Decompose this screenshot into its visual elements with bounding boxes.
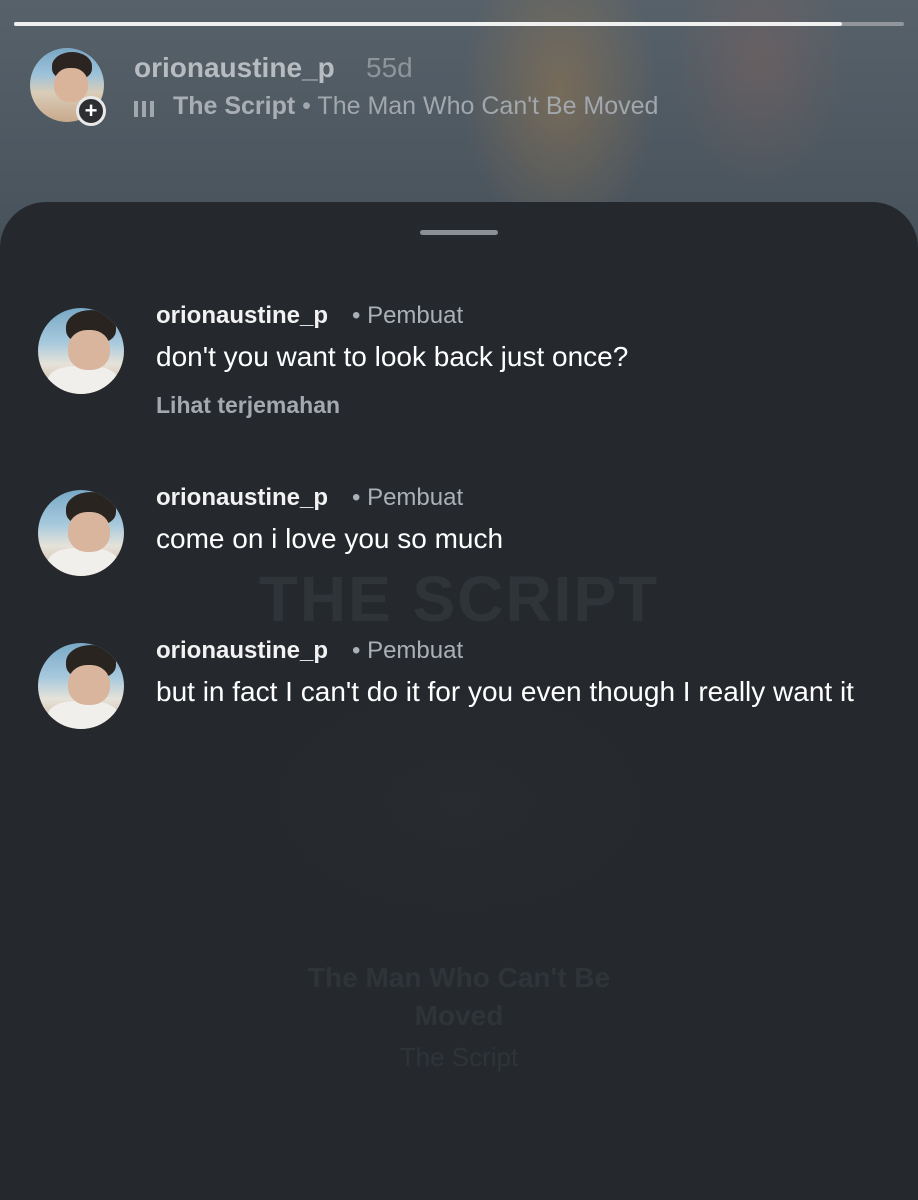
sheet-drag-handle[interactable] [420,230,498,235]
ghost-artist: The Script [399,1042,519,1072]
music-info[interactable]: The Script • The Man Who Can't Be Moved [134,92,658,121]
music-separator: • [302,92,311,120]
commenter-avatar[interactable] [38,643,124,729]
creator-badge: • Pembuat [352,484,464,511]
creator-badge: • Pembuat [352,302,464,329]
music-song: The Man Who Can't Be Moved [317,92,659,120]
story-timestamp: 55d [366,52,413,83]
comment-username[interactable]: orionaustine_p [156,484,328,512]
ghost-logo: THE SCRIPT [258,563,660,635]
ghost-title-line1: The Man Who Can't Be [307,962,611,993]
ghost-title-line2: Moved [414,1000,504,1031]
commenter-avatar[interactable] [38,308,124,394]
music-bars-icon [134,97,156,118]
comment-username[interactable]: orionaustine_p [156,637,328,665]
story-username[interactable]: orionaustine_p [134,52,335,84]
story-progress-bar [14,22,904,26]
comment-username[interactable]: orionaustine_p [156,302,328,330]
add-icon[interactable]: + [76,96,106,126]
creator-badge: • Pembuat [352,637,464,664]
see-translation-link[interactable]: Lihat terjemahan [156,392,340,419]
comments-sheet: THE SCRIPT The Man Who Can't Be Moved Th… [0,202,918,1200]
music-artist: The Script [172,92,296,120]
commenter-avatar[interactable] [38,490,124,576]
ghost-album-art [260,682,660,922]
comment-text: but in fact I can't do it for you even t… [156,676,854,707]
comment-text: don't you want to look back just once? [156,341,629,372]
comment-text: come on i love you so much [156,523,504,554]
story-progress-fill [14,22,842,26]
